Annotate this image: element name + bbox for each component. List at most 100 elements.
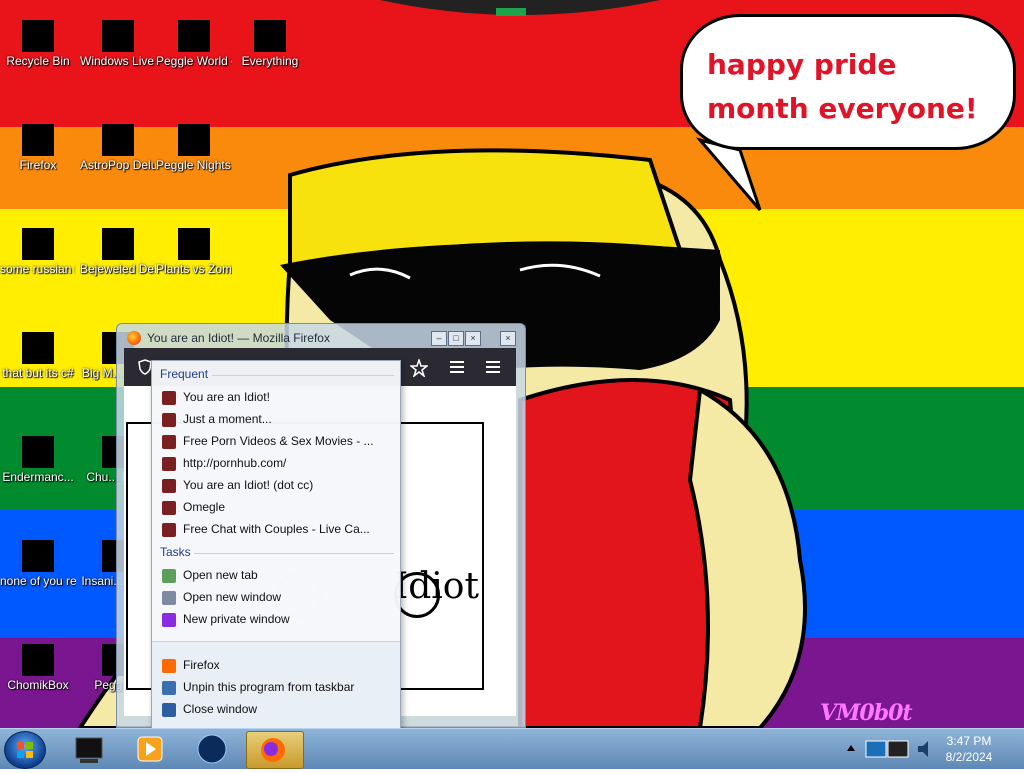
search-app-icon [246,4,294,52]
page-icon [162,456,176,471]
start-button[interactable] [4,731,46,769]
jump-list-item-label: http://pornhub.com/ [183,456,287,470]
desktop-icon-label: ChomikBox [7,678,69,692]
desktop-icon[interactable]: AstroPop Deluxe [80,108,156,173]
firefox-icon [14,108,62,156]
new-window-icon [162,590,176,605]
jump-list-item[interactable]: You are an Idiot! (dot cc) [162,475,392,495]
page-icon [162,500,176,515]
jump-list-item-label: Omegle [183,500,226,514]
desktop-icon[interactable]: that but its c# [0,316,76,381]
jump-list-item[interactable]: You are an Idiot! [162,387,392,407]
taskbar-globe-app[interactable] [184,731,240,767]
close-button[interactable]: × [465,331,481,346]
jump-list-item[interactable]: Omegle [162,497,392,517]
desktop-icon[interactable]: Firefox [0,108,76,173]
desktop-icon[interactable]: some russian ran a rat [0,212,76,277]
clock-time: 3:47 PM [946,734,992,748]
taskbar-media-player[interactable] [122,731,178,767]
desktop-icon[interactable]: Windows Live Mail [80,4,156,69]
desktop-icon[interactable]: Peggle Nights Deluxe [156,108,232,173]
firefox-icon [261,738,285,762]
game-icon [94,108,142,156]
maximize-button[interactable]: □ [448,331,464,346]
folder-icon [14,316,62,364]
page-icon [162,522,176,537]
computer-icon [75,737,103,763]
file-icon [14,212,62,260]
system-tray: 3:47 PM 8/2/2024 [842,729,1024,769]
taskbar-firefox[interactable] [246,731,304,769]
jump-list-item[interactable]: http://pornhub.com/ [162,453,392,473]
desktop-icon-label: Firefox [19,158,57,172]
jump-list-item-label: Open new window [183,590,282,604]
show-hidden-icons-icon[interactable] [846,741,856,755]
menu-icon[interactable] [486,361,500,373]
desktop-icon-label: Peggle World of Warcraft ... [156,54,232,68]
desktop-icon[interactable]: Peggle World of Warcraft ... [156,4,232,69]
jump-list-item[interactable]: Close window [162,699,392,719]
taskbar-jump-list: Frequent You are an Idiot! Just a moment.… [151,360,401,730]
jump-list-item-label: Open new tab [183,568,258,582]
game-icon [170,4,218,52]
bookmark-star-icon[interactable] [410,359,428,377]
desktop-icon[interactable]: Endermanc... [0,420,76,485]
page-icon [162,390,176,405]
jump-list-item[interactable]: Firefox [162,655,392,675]
globe-icon [197,734,227,764]
jump-list-item[interactable]: Free Porn Videos & Sex Movies - ... [162,431,392,451]
close-icon [162,702,176,717]
desktop-icon-label: Recycle Bin [6,54,70,68]
jump-list-item-label: Unpin this program from taskbar [183,680,355,694]
desktop-icon-label: AstroPop Deluxe [80,158,156,172]
page-icon [162,478,176,493]
windows-logo-icon [17,742,33,758]
desktop-icon[interactable]: none of you retards kno... [0,524,76,589]
mail-icon [94,4,142,52]
desktop-icon-label: that but its c# [2,366,74,380]
jump-list-item-label: You are an Idiot! (dot cc) [183,478,314,492]
private-window-icon [162,612,176,627]
page-icon [162,434,176,449]
hamster-icon [14,628,62,676]
jump-list-item-label: Close window [183,702,258,716]
shield-icon[interactable] [138,359,152,375]
taskbar-clock[interactable]: 3:47 PM 8/2/2024 [938,733,1000,765]
taskbar: 3:47 PM 8/2/2024 [0,728,1024,769]
desktop-icon[interactable]: Everything [232,4,308,69]
window-title: You are an Idiot! — Mozilla Firefox [147,331,330,345]
close-button-secondary[interactable]: × [500,331,516,346]
jump-list-frequent-header: Frequent [160,367,209,381]
desktop-icon[interactable]: Recycle Bin [0,4,76,69]
jump-list-tasks-header: Tasks [160,545,191,559]
desktop-icon-label: Peggle Nights Deluxe [156,158,232,172]
jump-list-item[interactable]: Just a moment... [162,409,392,429]
jump-list-item-label: Just a moment... [183,412,272,426]
plant-icon [170,212,218,260]
firefox-icon [162,658,176,673]
jump-list-item-label: New private window [183,612,290,626]
minimize-button[interactable]: – [431,331,447,346]
desktop-icon[interactable]: Plants vs Zombies [156,212,232,277]
desktop-icon-label: Everything [241,54,299,68]
jump-list-item[interactable]: Unpin this program from taskbar [162,677,392,697]
taskbar-pinned-app[interactable] [60,731,116,767]
jump-list-item[interactable]: Free Chat with Couples - Live Ca... [162,519,392,539]
desktop-icon-label: Endermanc... [2,470,74,484]
firefox-icon [127,331,141,345]
volume-icon[interactable] [916,739,934,759]
jump-list-item-label: You are an Idiot! [183,390,270,404]
jump-list-item[interactable]: New private window [162,609,392,629]
network-icon[interactable] [864,737,912,761]
desktop-icon-label: some russian ran a rat [0,262,76,276]
speech-bubble-text: happy pride month everyone! [707,48,978,125]
divider [212,375,394,376]
desktop-icon[interactable]: ChomikBox [0,628,76,693]
menu-icon[interactable] [450,361,464,373]
terminal-icon [14,420,62,468]
jump-list-item[interactable]: Open new window [162,587,392,607]
jump-list-item[interactable]: Open new tab [162,565,392,585]
media-player-icon [137,736,163,762]
desktop-icon[interactable]: Bejeweled Deluxe [80,212,156,277]
divider [194,553,394,554]
